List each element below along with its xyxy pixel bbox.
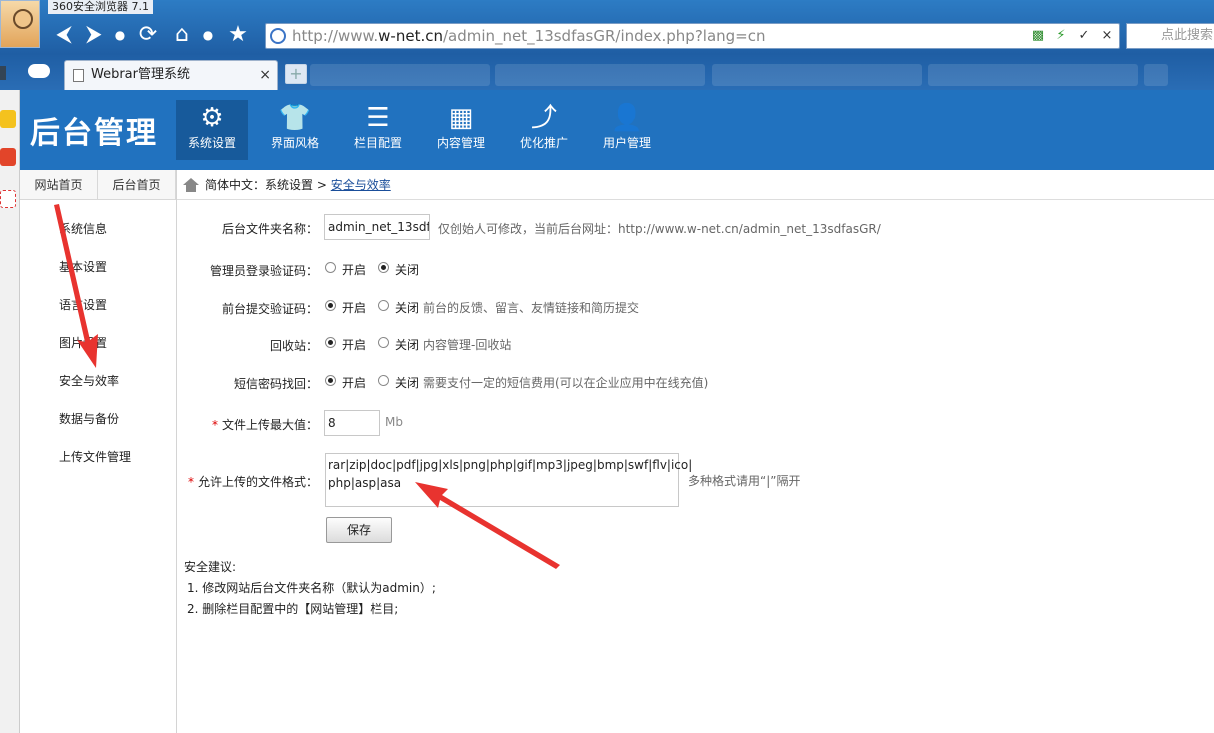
cloud-icon[interactable] — [28, 64, 50, 78]
page-icon — [270, 28, 286, 44]
address-bar[interactable]: http://www.w-net.cn/admin_net_13sdfasGR/… — [265, 23, 1120, 49]
sms-recovery-label: 短信密码找回： — [233, 377, 318, 391]
allowed-formats-label: * 允许上传的文件格式： — [187, 475, 318, 489]
sidebar-item-security[interactable]: 安全与效率 — [59, 372, 119, 389]
sidebar: 网站首页 后台首页 系统信息 基本设置 语言设置 图片设置 安全与效率 数据与备… — [20, 170, 177, 733]
at-icon[interactable] — [0, 190, 16, 208]
browser-tab[interactable] — [495, 64, 705, 86]
recycle-tip: 内容管理-回收站 — [423, 338, 512, 352]
front-captcha-tip: 前台的反馈、留言、友情链接和简历提交 — [423, 301, 640, 315]
admin-title: 后台管理 — [30, 116, 158, 151]
advice-title: 安全建议: — [184, 560, 237, 574]
recycle-bin-label: 回收站： — [269, 339, 318, 353]
sidebar-item-upload-files[interactable]: 上传文件管理 — [59, 448, 131, 465]
user-avatar[interactable] — [0, 0, 40, 48]
breadcrumb-current[interactable]: 安全与效率 — [331, 178, 391, 192]
recycle-on-radio[interactable] — [325, 337, 336, 348]
dropdown-icon[interactable]: ✓ — [1074, 26, 1094, 46]
breadcrumb: 简体中文：系统设置 > 安全与效率 — [177, 170, 1214, 200]
sidebar-toggle-icon[interactable] — [0, 66, 6, 80]
forward-dropdown-icon[interactable]: ● — [108, 22, 132, 48]
front-captcha-label: 前台提交验证码： — [221, 302, 318, 316]
back-icon[interactable]: ⮜ — [52, 22, 76, 48]
nav-column-config[interactable]: ☰ 栏目配置 — [342, 100, 414, 160]
admin-captcha-off-radio[interactable] — [378, 262, 389, 273]
refresh-icon[interactable]: ⟳ — [136, 22, 160, 48]
nav-user-management[interactable]: 👤 用户管理 — [591, 100, 663, 160]
url-text[interactable]: http://www.w-net.cn/admin_net_13sdfasGR/… — [292, 27, 766, 45]
weibo-icon[interactable] — [0, 148, 16, 166]
folder-name-label: 后台文件夹名称： — [221, 222, 318, 236]
sidebar-tab-admin-home[interactable]: 后台首页 — [98, 170, 176, 199]
browser-tab-active[interactable]: Webrar管理系统 × — [64, 60, 278, 90]
upload-max-label: * 文件上传最大值： — [211, 418, 318, 432]
upload-max-input[interactable]: 8 — [324, 410, 380, 436]
tab-strip: Webrar管理系统 × + — [0, 58, 1214, 90]
home-icon[interactable]: ⌂ — [170, 22, 194, 48]
advice-item: 1. 修改网站后台文件夹名称（默认为admin）; — [187, 581, 436, 595]
trend-icon: ⤴ — [530, 103, 557, 133]
sms-off-radio[interactable] — [378, 375, 389, 386]
sidebar-tab-site-home[interactable]: 网站首页 — [20, 170, 98, 199]
gear-icon: ⚙ — [200, 103, 224, 133]
nav-content-management[interactable]: ▦ 内容管理 — [425, 100, 497, 160]
browser-tab[interactable] — [928, 64, 1138, 86]
nav-interface-style[interactable]: 👕 界面风格 — [259, 100, 331, 160]
browser-title: 360安全浏览器 7.1 — [48, 0, 153, 14]
nav-system-settings[interactable]: ⚙ 系统设置 — [176, 100, 248, 160]
tshirt-icon: 👕 — [278, 103, 312, 133]
search-input[interactable]: 点此搜索 — [1126, 23, 1214, 49]
lightning-icon[interactable]: ⚡ — [1051, 26, 1071, 46]
qrcode-icon[interactable]: ▩ — [1028, 26, 1048, 46]
recycle-off-radio[interactable] — [378, 337, 389, 348]
sidebar-item-image[interactable]: 图片设置 — [59, 334, 107, 351]
calendar-icon: ▦ — [448, 103, 474, 133]
star-icon[interactable] — [0, 110, 16, 128]
sidebar-item-basic-settings[interactable]: 基本设置 — [59, 258, 107, 275]
close-url-icon[interactable]: × — [1097, 26, 1117, 46]
admin-captcha-on-radio[interactable] — [325, 262, 336, 273]
save-button[interactable]: 保存 — [326, 517, 392, 543]
browser-tab[interactable] — [712, 64, 922, 86]
admin-header: 后台管理 ⚙ 系统设置 👕 界面风格 ☰ 栏目配置 ▦ 内容管理 ⤴ 优化推广 … — [20, 90, 1214, 170]
browser-chrome: 360安全浏览器 7.1 ⮜ ⮞ ● ⟳ ⌂ ● ★ http://www.w-… — [0, 0, 1214, 90]
list-icon: ☰ — [366, 103, 390, 133]
sidebar-item-backup[interactable]: 数据与备份 — [59, 410, 119, 427]
front-captcha-on-radio[interactable] — [325, 300, 336, 311]
sms-on-radio[interactable] — [325, 375, 336, 386]
nav-seo-promotion[interactable]: ⤴ 优化推广 — [508, 100, 580, 160]
sidebar-item-language[interactable]: 语言设置 — [59, 296, 107, 313]
folder-name-tip: 仅创始人可修改，当前后台网址：http://www.w-net.cn/admin… — [438, 222, 881, 236]
home-icon — [183, 178, 199, 192]
new-tab-button[interactable]: + — [285, 64, 307, 84]
advice-item: 2. 删除栏目配置中的【网站管理】栏目; — [187, 602, 399, 616]
forward-icon[interactable]: ⮞ — [82, 22, 106, 48]
allowed-formats-textarea[interactable]: rar|zip|doc|pdf|jpg|xls|png|php|gif|mp3|… — [325, 453, 692, 507]
browser-tab[interactable] — [310, 64, 490, 86]
user-icon: 👤 — [610, 103, 644, 133]
upload-unit: Mb — [385, 415, 403, 429]
folder-name-input[interactable]: admin_net_13sdfa — [324, 214, 430, 240]
document-icon — [73, 69, 84, 82]
sms-tip: 需要支付一定的短信费用(可以在企业应用中在线充值) — [423, 376, 709, 390]
browser-tab[interactable] — [1144, 64, 1168, 86]
browser-side-strip — [0, 90, 20, 733]
sidebar-item-system-info[interactable]: 系统信息 — [59, 220, 107, 237]
tab-close-icon[interactable]: × — [259, 61, 271, 89]
front-captcha-off-radio[interactable] — [378, 300, 389, 311]
home-dropdown-icon[interactable]: ● — [196, 22, 220, 48]
favorite-star-icon[interactable]: ★ — [226, 22, 250, 48]
admin-captcha-label: 管理员登录验证码： — [209, 264, 318, 278]
allowed-formats-tip: 多种格式请用“|”隔开 — [688, 474, 801, 488]
